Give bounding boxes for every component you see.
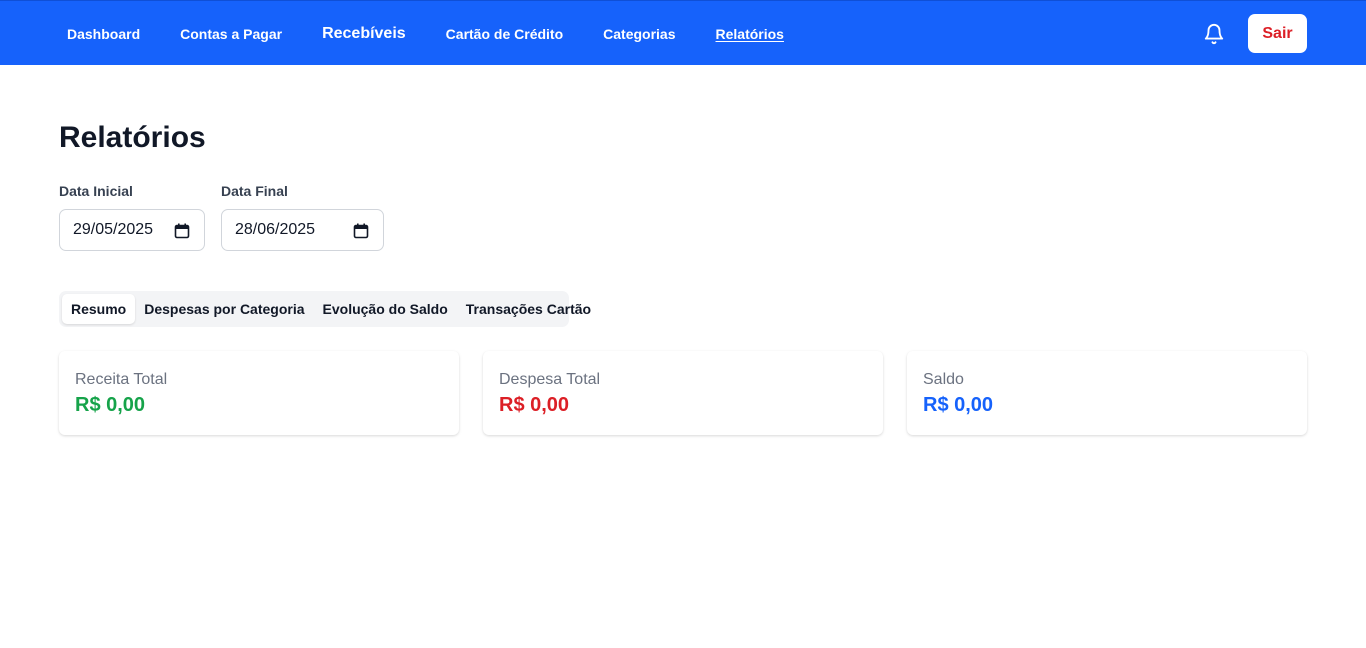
- nav-link-relatorios[interactable]: Relatórios: [716, 26, 784, 42]
- card-label: Saldo: [923, 371, 964, 388]
- top-navbar: Dashboard Contas a Pagar Recebíveis Cart…: [0, 0, 1366, 65]
- page-title: Relatórios: [59, 121, 206, 154]
- nav-link-contas-a-pagar[interactable]: Contas a Pagar: [180, 26, 282, 42]
- nav-link-recebiveis[interactable]: Recebíveis: [322, 25, 406, 43]
- start-date-value: 29/05/2025: [73, 221, 154, 238]
- calendar-icon[interactable]: [353, 223, 369, 239]
- end-date-label: Data Final: [221, 183, 288, 199]
- nav-link-cartao-de-credito[interactable]: Cartão de Crédito: [446, 26, 563, 42]
- card-despesa-total: Despesa Total R$ 0,00: [483, 351, 883, 435]
- tab-despesas-por-categoria[interactable]: Despesas por Categoria: [135, 294, 313, 324]
- card-saldo: Saldo R$ 0,00: [907, 351, 1307, 435]
- bell-icon[interactable]: [1203, 23, 1225, 45]
- nav-link-dashboard[interactable]: Dashboard: [67, 26, 140, 42]
- card-label: Receita Total: [75, 371, 168, 388]
- nav-link-categorias[interactable]: Categorias: [603, 26, 675, 42]
- logout-button[interactable]: Sair: [1248, 14, 1307, 53]
- nav-links: Dashboard Contas a Pagar Recebíveis Cart…: [67, 1, 824, 66]
- card-value: R$ 0,00: [75, 394, 146, 416]
- end-date-input[interactable]: 28/06/2025: [221, 209, 384, 251]
- calendar-icon[interactable]: [174, 223, 190, 239]
- card-value: R$ 0,00: [499, 394, 570, 416]
- end-date-value: 28/06/2025: [235, 221, 316, 238]
- card-label: Despesa Total: [499, 371, 601, 388]
- start-date-input[interactable]: 29/05/2025: [59, 209, 205, 251]
- tab-evolucao-do-saldo[interactable]: Evolução do Saldo: [314, 294, 457, 324]
- tab-transacoes-cartao[interactable]: Transações Cartão: [457, 294, 600, 324]
- report-tabs: Resumo Despesas por Categoria Evolução d…: [59, 291, 591, 327]
- tab-resumo[interactable]: Resumo: [62, 294, 136, 324]
- card-value: R$ 0,00: [923, 394, 994, 416]
- start-date-label: Data Inicial: [59, 183, 133, 199]
- card-receita-total: Receita Total R$ 0,00: [59, 351, 459, 435]
